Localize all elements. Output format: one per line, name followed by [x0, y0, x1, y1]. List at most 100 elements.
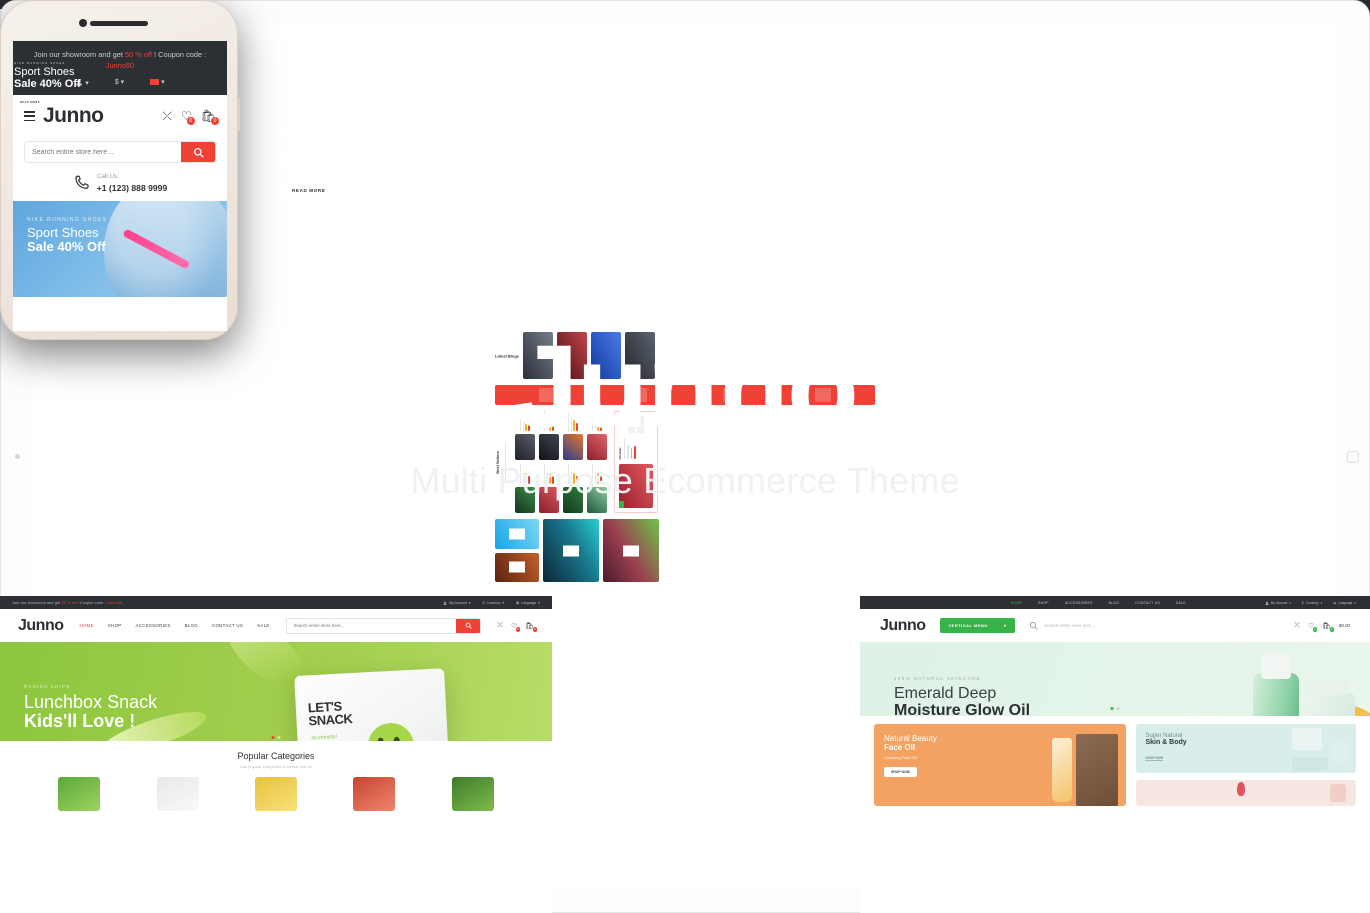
promo-cta[interactable]: SHOP NOW — [884, 767, 917, 778]
hero-dots[interactable] — [1110, 707, 1120, 710]
hero-line1: Lunchbox Snack — [24, 692, 158, 712]
compare-icon[interactable]: ⤫ — [162, 109, 172, 124]
cream-jar — [1291, 728, 1322, 750]
cream-jar — [1327, 742, 1350, 762]
logo[interactable]: Junno — [880, 617, 926, 635]
promo-card-peach[interactable] — [1136, 780, 1356, 806]
cosmetics-preview: HOME SHOP ACCESSORIES BLOG CONTACT US SA… — [860, 596, 1370, 913]
language-menu[interactable]: ▤ Language ▾ — [516, 601, 540, 605]
search-icon — [465, 622, 472, 629]
search-icon — [193, 147, 204, 158]
nav-home[interactable]: HOME — [80, 623, 94, 628]
promo-card-column: Super Natural Skin & Body SHOP NOW — [1136, 724, 1356, 806]
hero-cta[interactable]: READ MORE — [14, 98, 47, 108]
category-thumb[interactable] — [353, 777, 396, 811]
chevron-down-icon: ▾ — [1003, 623, 1007, 628]
search-input[interactable] — [286, 618, 457, 633]
hero-kicker: NIKE RUNNING SHOES — [27, 216, 108, 223]
logo[interactable]: Junno — [18, 617, 64, 635]
compare-icon[interactable]: ⤫ — [1294, 622, 1300, 630]
search-input[interactable] — [25, 142, 181, 163]
face-oil-box — [1076, 734, 1119, 806]
promo-text: Join our showroom and get 50 % off ! Cou… — [12, 600, 123, 605]
topbar-actions: My Account ▾ $ Currency ▾ ▤ Language ▾ — [443, 601, 540, 605]
vertical-menu-button[interactable]: VERTICAL MENU ▾ — [939, 618, 1016, 633]
hero-line1: Sport Shoes — [280, 125, 396, 148]
site-header: Junno VERTICAL MENU ▾ Search entire stor… — [860, 609, 1370, 642]
category-tile[interactable] — [495, 518, 539, 549]
category-thumb[interactable] — [156, 777, 199, 811]
category-tile[interactable] — [543, 518, 599, 582]
wishlist-icon[interactable]: ♡0 — [511, 622, 521, 632]
nav-sale[interactable]: SALE — [257, 623, 269, 628]
category-tile[interactable] — [495, 552, 539, 582]
category-thumb[interactable] — [58, 777, 101, 811]
nav-shop[interactable]: SHOP — [108, 623, 122, 628]
front-camera-icon — [79, 19, 87, 27]
hero-kicker: NIKE RUNNING SHOES — [14, 62, 66, 65]
hero-line1: Emerald Deep — [894, 685, 997, 702]
search-bar[interactable] — [285, 617, 482, 634]
cart-icon[interactable]: 🛍0 — [525, 622, 537, 632]
hero-kicker: 100% NATURAL SKINCARE — [894, 676, 982, 681]
category-tile[interactable] — [603, 518, 659, 582]
cart-total: $0.00 — [1339, 623, 1350, 628]
promo-cta[interactable]: SHOP NOW — [1145, 756, 1164, 761]
currency-menu[interactable]: $ ▾ — [115, 78, 124, 87]
hero-slider: 100% NATURAL SKINCARE Emerald Deep Moist… — [860, 642, 1370, 812]
promo-card-face-oil[interactable]: Natural Beauty Face Oil Clarifying Face … — [874, 724, 1127, 806]
user-icon — [1265, 601, 1269, 605]
cart-icon[interactable]: 🛍0 — [1322, 622, 1334, 632]
search-placeholder-text: Search entire store here ... — [1044, 623, 1097, 628]
phone-icon — [75, 175, 89, 189]
hero-line2: Kids'll Love ! — [24, 710, 136, 731]
call-us-block: Call Us: +1 (123) 888 9999 — [13, 163, 227, 201]
compare-icon[interactable]: ⤫ — [497, 622, 503, 630]
category-thumb[interactable] — [451, 777, 494, 811]
poster-stage: Junno Multi Purpose Ecommerce Theme Join… — [0, 0, 1370, 913]
search-button[interactable] — [181, 142, 215, 163]
nav-home[interactable]: HOME — [1011, 601, 1022, 605]
hero-line1: Sport Shoes — [14, 66, 75, 78]
topbar-actions: My Account ▾ $ Currency ▾ ▤ Language ▾ — [1265, 601, 1356, 605]
wishlist-icon[interactable]: ♡0 — [181, 109, 195, 126]
cart-icon[interactable]: 🛍0 — [201, 109, 219, 126]
user-icon — [443, 601, 447, 605]
hero-copy: NIKE RUNNING SHOES Sport Shoes Sale 40% … — [280, 115, 408, 199]
hamburger-menu-icon[interactable] — [24, 111, 35, 122]
my-account-menu[interactable]: My Account ▾ — [1265, 601, 1291, 605]
header-tools: ⤫ ♡0 🛍0 — [497, 622, 537, 632]
hero-cta[interactable]: READ MORE — [280, 183, 338, 199]
header-tools: ⤫ ♡0 🛍0 — [162, 109, 219, 126]
nav-shop[interactable]: SHOP — [1038, 601, 1049, 605]
top-announcement-bar: Join our showroom and get 50 % off ! Cou… — [0, 596, 552, 609]
nav-accessories[interactable]: ACCESSORIES — [1065, 601, 1093, 605]
promo-card-skin-body[interactable]: Super Natural Skin & Body SHOP NOW — [1136, 724, 1356, 773]
wishlist-icon[interactable]: ♡0 — [1308, 622, 1318, 632]
search-bar[interactable]: Search entire store here ... — [1029, 621, 1280, 630]
nav-contact[interactable]: CONTACT US — [1135, 601, 1160, 605]
currency-menu[interactable]: $ Currency ▾ — [1302, 601, 1322, 605]
volume-button[interactable] — [0, 89, 1, 111]
language-menu[interactable]: ▤ Language ▾ — [1333, 601, 1356, 605]
hero-slider: NIKE RUNNING SHOES Sport Shoes Sale 40% … — [13, 200, 227, 297]
category-thumb[interactable] — [254, 777, 297, 811]
nav-sale[interactable]: SALE — [1176, 601, 1186, 605]
search-button[interactable] — [456, 618, 481, 633]
hero-copy: NIKE RUNNING SHOES Sport Shoes Sale 40% … — [14, 62, 81, 108]
currency-menu[interactable]: $ Currency ▾ — [483, 601, 504, 605]
search-bar[interactable] — [24, 141, 216, 164]
nav-contact[interactable]: CONTACT US — [212, 623, 243, 628]
power-button[interactable] — [237, 97, 240, 131]
main-nav: HOME SHOP ACCESSORIES BLOG CONTACT US SA… — [1011, 601, 1186, 605]
top-nav-bar: HOME SHOP ACCESSORIES BLOG CONTACT US SA… — [860, 596, 1370, 609]
category-column — [495, 518, 875, 582]
language-menu[interactable]: ▾ — [150, 78, 165, 87]
nav-blog[interactable]: BLOG — [185, 623, 198, 628]
hero-dots[interactable] — [271, 736, 281, 739]
nav-accessories[interactable]: ACCESSORIES — [136, 623, 171, 628]
hero-kicker: RADISH CHIPS — [24, 684, 71, 689]
my-account-menu[interactable]: My Account ▾ — [443, 601, 471, 605]
nav-blog[interactable]: BLOG — [1109, 601, 1120, 605]
hero-line2: Sale 40% Off — [280, 147, 408, 171]
